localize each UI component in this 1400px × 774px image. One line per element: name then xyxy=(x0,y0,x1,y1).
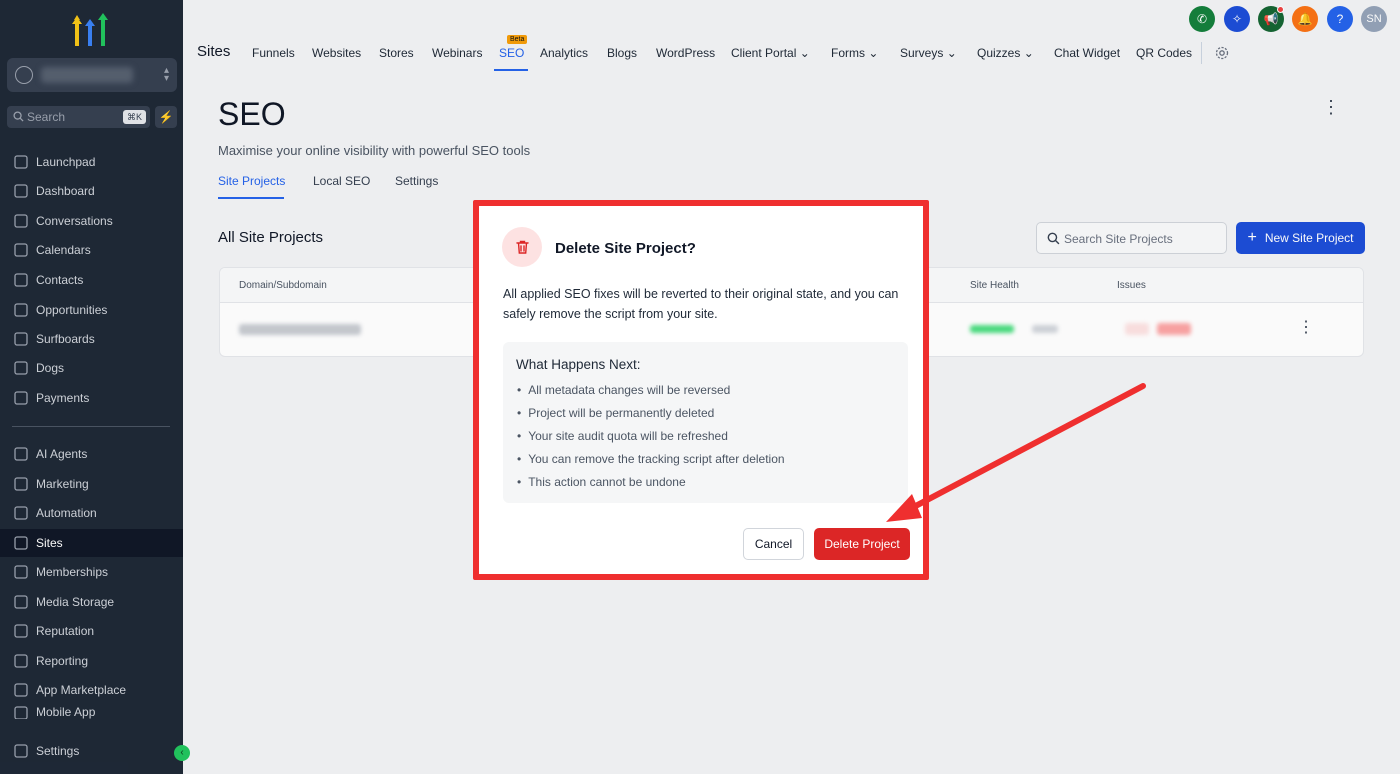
cancel-button[interactable]: Cancel xyxy=(743,528,804,560)
list-item: You can remove the tracking script after… xyxy=(517,451,784,474)
trash-icon-badge xyxy=(502,227,542,267)
what-happens-next-box: What Happens Next: All metadata changes … xyxy=(503,342,908,503)
what-happens-next-title: What Happens Next: xyxy=(516,357,641,372)
consequence-list: All metadata changes will be reversed Pr… xyxy=(517,382,785,497)
list-item: Project will be permanently deleted xyxy=(517,405,785,428)
list-item: All metadata changes will be reversed xyxy=(517,382,785,405)
dialog-description: All applied SEO fixes will be reverted t… xyxy=(503,287,899,321)
list-item: Your site audit quota will be refreshed xyxy=(517,428,785,451)
list-item: This action cannot be undone xyxy=(517,474,785,497)
delete-project-dialog: Delete Site Project? All applied SEO fix… xyxy=(483,210,919,570)
trash-icon xyxy=(515,240,529,254)
dialog-title: Delete Site Project? xyxy=(555,240,696,257)
delete-project-button[interactable]: Delete Project xyxy=(814,528,910,560)
highlight-frame: Delete Site Project? All applied SEO fix… xyxy=(473,200,929,580)
